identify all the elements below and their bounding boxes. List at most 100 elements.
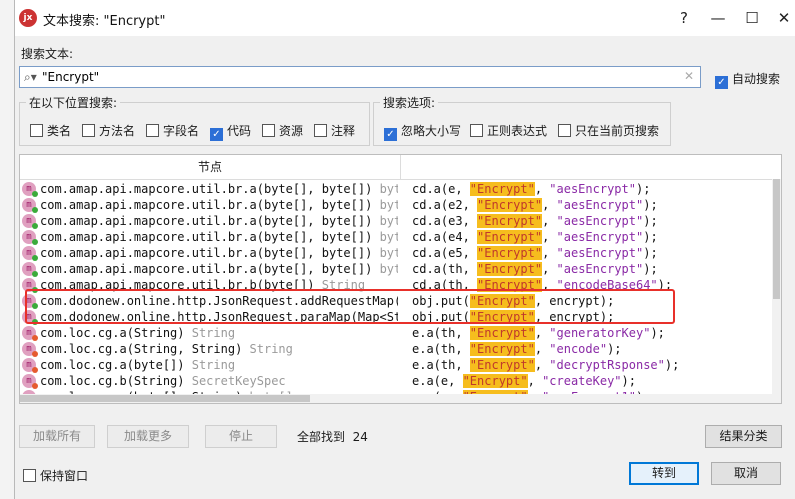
code-prefix: e.a(e, <box>412 374 463 388</box>
method-icon: m <box>22 246 38 261</box>
text-search-dialog: jx 文本搜索: "Encrypt" ? — ☐ ✕ 搜索文本: ⌕▾ "Enc… <box>14 0 795 499</box>
option-label: 类名 <box>47 124 72 138</box>
load-all-button[interactable]: 加载所有 <box>19 425 95 448</box>
code-end: ); <box>643 214 658 228</box>
checkbox-checked-icon: ✓ <box>210 128 223 141</box>
checkbox-icon <box>314 124 327 137</box>
horizontal-scrollbar[interactable] <box>20 394 772 403</box>
method-icon: m <box>22 198 38 213</box>
auto-search-checkbox[interactable]: ✓ 自动搜索 <box>715 70 780 89</box>
code-end: ); <box>643 230 658 244</box>
code-cell: cd.a(e, "Encrypt", "aesEncrypt"); <box>412 181 650 197</box>
table-row[interactable]: m com.loc.cg.a(byte[]) String e.a(th, "Enc… <box>20 357 781 373</box>
found-label: 全部找到 <box>297 430 346 444</box>
checkbox-icon <box>558 124 571 137</box>
node-signature: com.amap.api.mapcore.util.br.a(byte[], b… <box>40 198 373 212</box>
code-middle: , <box>542 246 557 260</box>
table-row[interactable]: m com.amap.api.mapcore.util.br.a(byte[], … <box>20 197 781 213</box>
code-string: "aesEncrypt" <box>556 246 644 260</box>
code-prefix: cd.a(e3, <box>412 214 478 228</box>
code-prefix: e.a(th, <box>412 326 470 340</box>
table-row[interactable]: m com.amap.api.mapcore.util.br.a(byte[], … <box>20 229 781 245</box>
results-table[interactable]: 节点 m com.amap.api.mapcore.util.br.a(byte[… <box>19 154 782 404</box>
maximize-button[interactable]: ☐ <box>735 6 769 30</box>
node-column-header[interactable]: 节点 <box>20 155 401 179</box>
match-keyword: "Encrypt" <box>477 246 543 260</box>
found-count: 24 <box>352 430 368 444</box>
checkbox-icon <box>470 124 483 137</box>
search-input[interactable]: ⌕▾ "Encrypt" ✕ <box>19 66 701 88</box>
node-cell: com.loc.cg.a(String, String) String <box>40 341 398 357</box>
horizontal-scroll-thumb[interactable] <box>20 395 310 402</box>
option-label: 方法名 <box>99 124 136 138</box>
code-cell: e.a(th, "Encrypt", "encode"); <box>412 341 622 357</box>
option-current-page[interactable]: 只在当前页搜索 <box>558 122 659 139</box>
method-icon: m <box>22 358 38 373</box>
node-cell: com.amap.api.mapcore.util.br.a(byte[], b… <box>40 229 398 245</box>
cancel-button[interactable]: 取消 <box>711 462 781 485</box>
keep-window-checkbox[interactable]: 保持窗口 <box>23 467 88 484</box>
checkbox-icon <box>262 124 275 137</box>
option-ignore-case[interactable]: ✓ 忽略大小写 <box>384 122 461 141</box>
code-middle: , <box>542 214 557 228</box>
keep-window-label: 保持窗口 <box>40 469 89 483</box>
node-cell: com.amap.api.mapcore.util.br.a(byte[], b… <box>40 197 398 213</box>
clear-icon[interactable]: ✕ <box>684 69 694 83</box>
table-row[interactable]: m com.loc.cg.a(String, String) String e.a(… <box>20 341 781 357</box>
highlight-annotation-box <box>25 289 675 324</box>
return-type: String <box>191 326 236 340</box>
minimize-button[interactable]: — <box>701 6 735 30</box>
method-icon: m <box>22 374 38 389</box>
option-regex[interactable]: 正则表达式 <box>470 122 547 139</box>
option-method-name[interactable]: 方法名 <box>82 122 135 139</box>
search-text-label: 搜索文本: <box>21 47 74 61</box>
option-label: 字段名 <box>163 124 200 138</box>
search-location-title: 在以下位置搜索: <box>26 94 121 111</box>
match-keyword: "Encrypt" <box>477 214 543 228</box>
option-code[interactable]: ✓ 代码 <box>210 122 251 141</box>
checkbox-checked-icon: ✓ <box>715 76 728 89</box>
code-end: ); <box>621 374 636 388</box>
code-end: ); <box>635 182 651 196</box>
node-signature: com.loc.cg.a(byte[]) <box>40 358 185 372</box>
code-end: ); <box>607 342 622 356</box>
stop-button[interactable]: 停止 <box>205 425 277 448</box>
code-end: ); <box>643 246 658 260</box>
match-keyword: "Encrypt" <box>469 358 535 372</box>
checkbox-icon <box>30 124 43 137</box>
table-row[interactable]: m com.loc.cg.b(String) SecretKeySpec e.a(e… <box>20 373 781 389</box>
option-label: 注释 <box>331 124 356 138</box>
option-comments[interactable]: 注释 <box>314 122 355 139</box>
code-end: ); <box>643 198 658 212</box>
table-row[interactable]: m com.loc.cg.a(String) String e.a(th, "Enc… <box>20 325 781 341</box>
group-results-button[interactable]: 结果分类 <box>705 425 782 448</box>
table-row[interactable]: m com.amap.api.mapcore.util.br.a(byte[], … <box>20 245 781 261</box>
code-string: "aesEncrypt" <box>549 182 636 196</box>
table-row[interactable]: m com.amap.api.mapcore.util.br.a(byte[], … <box>20 261 781 277</box>
load-more-button[interactable]: 加载更多 <box>107 425 189 448</box>
method-icon: m <box>22 182 38 197</box>
code-string: "aesEncrypt" <box>556 214 644 228</box>
code-prefix: cd.a(e2, <box>412 198 478 212</box>
table-row[interactable]: m com.amap.api.mapcore.util.br.a(byte[], … <box>20 213 781 229</box>
match-keyword: "Encrypt" <box>477 262 543 276</box>
goto-button[interactable]: 转到 <box>629 462 699 485</box>
table-row[interactable]: m com.amap.api.mapcore.util.br.a(byte[], … <box>20 181 781 197</box>
help-icon[interactable]: ? <box>667 6 701 30</box>
match-keyword: "Encrypt" <box>469 342 535 356</box>
search-options-group: 搜索选项: ✓ 忽略大小写 正则表达式 只在当前页搜索 <box>373 94 671 146</box>
option-field-name[interactable]: 字段名 <box>146 122 199 139</box>
code-cell: e.a(e, "Encrypt", "createKey"); <box>412 373 636 389</box>
method-icon: m <box>22 326 38 341</box>
option-class-name[interactable]: 类名 <box>30 122 71 139</box>
option-resources[interactable]: 资源 <box>262 122 303 139</box>
node-cell: com.amap.api.mapcore.util.br.a(byte[], b… <box>40 181 398 197</box>
code-end: ); <box>643 262 658 276</box>
code-middle: , <box>534 342 550 356</box>
search-location-group: 在以下位置搜索: 类名 方法名 字段名 ✓ 代码 资源 注释 <box>19 94 370 146</box>
return-type: byte[] <box>379 246 398 260</box>
close-button[interactable]: ✕ <box>767 6 795 30</box>
return-type: byte[] <box>379 230 398 244</box>
vertical-scrollbar[interactable] <box>772 179 781 403</box>
vertical-scroll-thumb[interactable] <box>773 179 780 299</box>
